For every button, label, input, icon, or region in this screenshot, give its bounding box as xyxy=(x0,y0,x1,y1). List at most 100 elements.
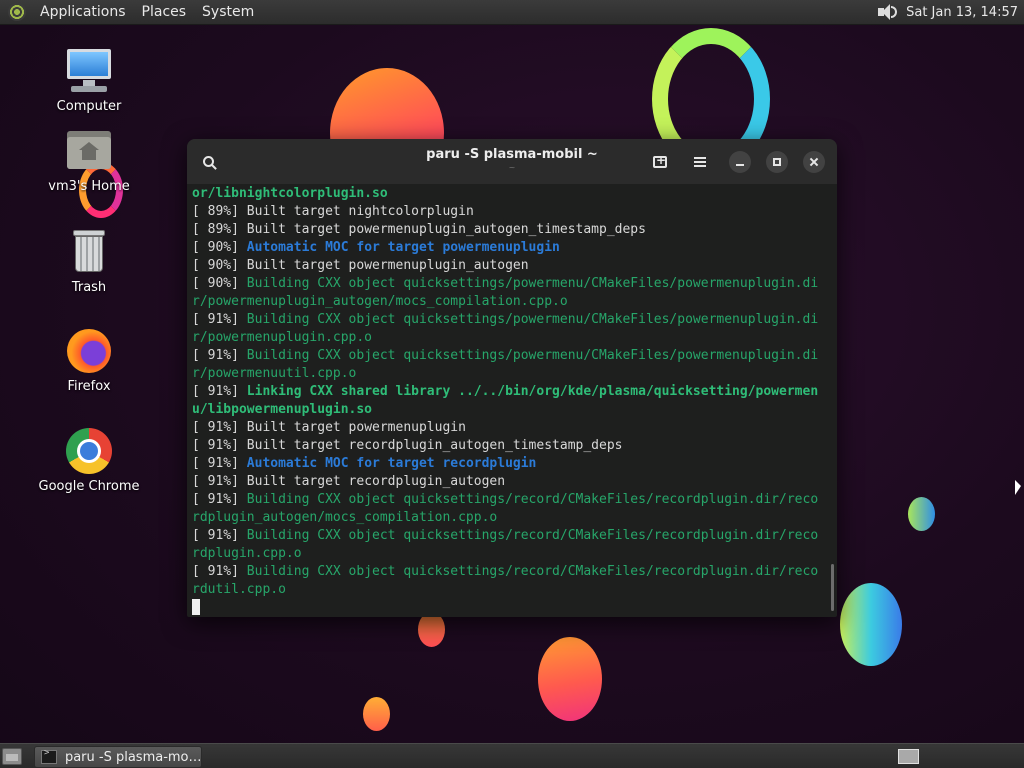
terminal-line: [ 91%] Building CXX object quicksettings… xyxy=(192,311,830,329)
terminal-line-progress: [ 91%] xyxy=(192,348,247,363)
wallpaper-small-orange-blob xyxy=(418,612,445,647)
taskbar-button-terminal[interactable]: paru -S plasma-mo… xyxy=(34,746,202,768)
terminal-line: rdplugin_autogen/mocs_compilation.cpp.o xyxy=(192,509,830,527)
terminal-scrollbar[interactable] xyxy=(831,564,834,611)
home-folder-icon xyxy=(65,127,113,175)
menu-applications[interactable]: Applications xyxy=(32,4,134,20)
menu-places[interactable]: Places xyxy=(134,4,195,20)
terminal-line-text: u/libpowermenuplugin.so xyxy=(192,402,373,417)
terminal-line-progress: [ 91%] xyxy=(192,474,247,489)
show-desktop-icon[interactable] xyxy=(2,748,22,765)
terminal-line-progress: [ 90%] xyxy=(192,276,247,291)
mouse-pointer-icon xyxy=(1015,480,1021,495)
terminal-line: [ 91%] Automatic MOC for target recordpl… xyxy=(192,455,830,473)
terminal-line-text: Built target nightcolorplugin xyxy=(246,204,474,219)
desktop-icon-chrome[interactable]: Google Chrome xyxy=(29,427,149,494)
terminal-line-text: Building CXX object quicksettings/record… xyxy=(246,564,819,579)
terminal-line-text: or/libnightcolorplugin.so xyxy=(192,186,388,201)
workspace-switcher-icon[interactable] xyxy=(898,749,919,764)
terminal-line-progress: [ 91%] xyxy=(192,438,247,453)
menu-system[interactable]: System xyxy=(194,4,262,20)
terminal-line: [ 91%] Linking CXX shared library ../../… xyxy=(192,383,830,401)
terminal-line: [ 90%] Automatic MOC for target powermen… xyxy=(192,239,830,257)
desktop-icon-label: Computer xyxy=(56,99,122,114)
desktop-icon-home[interactable]: vm3's Home xyxy=(29,127,149,194)
maximize-icon[interactable] xyxy=(766,151,788,173)
terminal-line-text: Automatic MOC for target powermenuplugin xyxy=(246,240,560,255)
computer-icon xyxy=(65,47,113,95)
terminal-line-text: Built target recordplugin_autogen_timest… xyxy=(246,438,623,453)
wallpaper-large-orange-blob xyxy=(538,637,602,721)
terminal-line-progress: [ 91%] xyxy=(192,456,247,471)
taskbar-button-label: paru -S plasma-mo… xyxy=(64,749,201,765)
hamburger-menu-icon[interactable] xyxy=(688,150,712,174)
terminal-line-text: r/powermenuutil.cpp.o xyxy=(192,366,357,381)
terminal-line-progress: [ 91%] xyxy=(192,528,247,543)
chrome-icon xyxy=(65,427,113,475)
terminal-line: u/libpowermenuplugin.so xyxy=(192,401,830,419)
terminal-line-text: Linking CXX shared library ../../bin/org… xyxy=(246,384,819,399)
terminal-icon xyxy=(41,748,57,764)
terminal-line-text: r/powermenuplugin.cpp.o xyxy=(192,330,373,345)
terminal-line-progress: [ 91%] xyxy=(192,384,247,399)
terminal-line-progress: [ 89%] xyxy=(192,204,247,219)
terminal-line-text: Built target powermenuplugin_autogen xyxy=(246,258,529,273)
terminal-line: or/libnightcolorplugin.so xyxy=(192,185,830,203)
minimize-icon[interactable] xyxy=(729,151,751,173)
terminal-line: [ 90%] Building CXX object quicksettings… xyxy=(192,275,830,293)
terminal-line: [ 91%] Building CXX object quicksettings… xyxy=(192,491,830,509)
terminal-line-progress: [ 91%] xyxy=(192,312,247,327)
terminal-line-text: Building CXX object quicksettings/powerm… xyxy=(246,312,819,327)
desktop-icon-label: Google Chrome xyxy=(38,479,140,494)
terminal-line-progress: [ 90%] xyxy=(192,258,247,273)
terminal-line: rdplugin.cpp.o xyxy=(192,545,830,563)
desktop-icon-label: Firefox xyxy=(67,379,111,394)
desktop-icon-computer[interactable]: Computer xyxy=(29,47,149,114)
terminal-line-progress: [ 90%] xyxy=(192,240,247,255)
terminal-line-progress: [ 91%] xyxy=(192,420,247,435)
new-tab-icon[interactable] xyxy=(648,150,672,174)
terminal-line: [ 91%] Building CXX object quicksettings… xyxy=(192,347,830,365)
desktop-icon-label: vm3's Home xyxy=(48,179,130,194)
terminal-line: [ 91%] Built target powermenuplugin xyxy=(192,419,830,437)
text-cursor xyxy=(192,599,200,615)
wallpaper-tiny-orange-blob xyxy=(363,697,390,731)
mate-logo-icon[interactable] xyxy=(8,3,26,21)
terminal-line-text: Built target powermenuplugin_autogen_tim… xyxy=(246,222,646,237)
terminal-line: [ 89%] Built target powermenuplugin_auto… xyxy=(192,221,830,239)
wallpaper-blue-blob xyxy=(840,583,902,666)
terminal-line: [ 91%] Building CXX object quicksettings… xyxy=(192,563,830,581)
firefox-icon xyxy=(65,327,113,375)
terminal-line: [ 89%] Built target nightcolorplugin xyxy=(192,203,830,221)
terminal-line-text: Building CXX object quicksettings/record… xyxy=(246,528,819,543)
terminal-header-bar[interactable]: paru -S plasma-mobil ~ ~ xyxy=(187,139,837,184)
terminal-line: r/powermenuutil.cpp.o xyxy=(192,365,830,383)
desktop-icon-trash[interactable]: Trash xyxy=(29,228,149,295)
terminal-line-text: Automatic MOC for target recordplugin xyxy=(246,456,537,471)
trash-icon xyxy=(65,228,113,276)
terminal-line-text: Built target recordplugin_autogen xyxy=(246,474,506,489)
desktop-icon-label: Trash xyxy=(71,280,107,295)
terminal-line-progress: [ 91%] xyxy=(192,564,247,579)
terminal-line-progress: [ 89%] xyxy=(192,222,247,237)
terminal-prompt-line[interactable] xyxy=(192,599,830,617)
terminal-line-progress: [ 91%] xyxy=(192,492,247,507)
volume-icon[interactable] xyxy=(876,3,898,21)
terminal-output[interactable]: or/libnightcolorplugin.so [ 89%] Built ta… xyxy=(192,185,830,615)
wallpaper-small-blue-blob xyxy=(908,497,935,531)
terminal-line-text: Building CXX object quicksettings/powerm… xyxy=(246,348,819,363)
terminal-line: [ 90%] Built target powermenuplugin_auto… xyxy=(192,257,830,275)
terminal-line-text: Building CXX object quicksettings/record… xyxy=(246,492,819,507)
terminal-line: r/powermenuplugin_autogen/mocs_compilati… xyxy=(192,293,830,311)
terminal-line-text: r/powermenuplugin_autogen/mocs_compilati… xyxy=(192,294,568,309)
terminal-line-text: Built target powermenuplugin xyxy=(246,420,466,435)
top-panel: Applications Places System Sat Jan 13, 1… xyxy=(0,0,1024,25)
terminal-line: [ 91%] Built target recordplugin_autogen xyxy=(192,473,830,491)
close-icon[interactable] xyxy=(803,151,825,173)
desktop-icon-firefox[interactable]: Firefox xyxy=(29,327,149,394)
terminal-window[interactable]: paru -S plasma-mobil ~ ~ or/libnightcolo… xyxy=(187,139,837,617)
terminal-line-text: Building CXX object quicksettings/powerm… xyxy=(246,276,819,291)
panel-clock[interactable]: Sat Jan 13, 14:57 xyxy=(906,5,1024,20)
terminal-line-text: rdutil.cpp.o xyxy=(192,582,286,597)
terminal-line: rdutil.cpp.o xyxy=(192,581,830,599)
